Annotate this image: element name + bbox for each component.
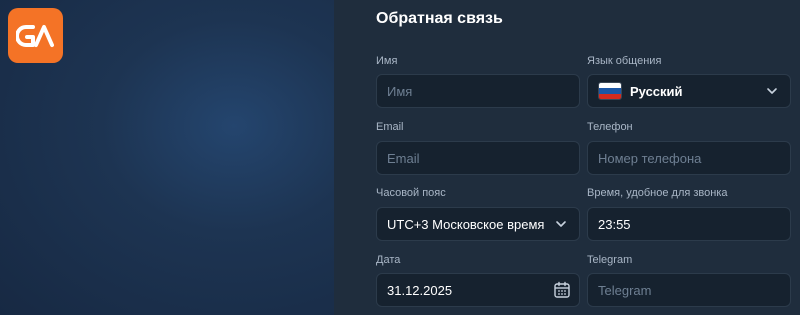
app-logo[interactable] xyxy=(8,8,63,63)
russian-flag-icon xyxy=(598,82,622,100)
form-title: Обратная связь xyxy=(376,10,503,27)
timezone-value: UTC+3 Московское время xyxy=(387,216,545,232)
language-label: Язык общения xyxy=(587,55,662,67)
timezone-label: Часовой пояс xyxy=(376,187,446,199)
date-label: Дата xyxy=(376,254,401,266)
phone-input[interactable]: Номер телефона xyxy=(587,141,791,175)
chevron-down-icon xyxy=(767,88,777,94)
timezone-select[interactable]: UTC+3 Московское время xyxy=(376,207,580,241)
email-label: Email xyxy=(376,121,404,133)
language-value: Русский xyxy=(630,83,683,99)
telegram-input[interactable]: Telegram xyxy=(587,273,791,307)
logo-mark-icon xyxy=(15,24,54,47)
email-input[interactable]: Email xyxy=(376,141,580,175)
call-time-input[interactable]: 23:55 xyxy=(587,207,791,241)
date-input[interactable]: 31.12.2025 xyxy=(376,273,580,307)
name-input[interactable]: Имя xyxy=(376,74,580,108)
chevron-down-icon xyxy=(556,221,566,227)
call-time-label: Время, удобное для звонка xyxy=(587,187,728,199)
calendar-icon[interactable] xyxy=(553,281,571,299)
telegram-label: Telegram xyxy=(587,254,633,266)
date-value: 31.12.2025 xyxy=(387,282,453,298)
phone-label: Телефон xyxy=(587,121,633,133)
language-select[interactable]: Русский xyxy=(587,74,791,108)
name-label: Имя xyxy=(376,55,398,67)
